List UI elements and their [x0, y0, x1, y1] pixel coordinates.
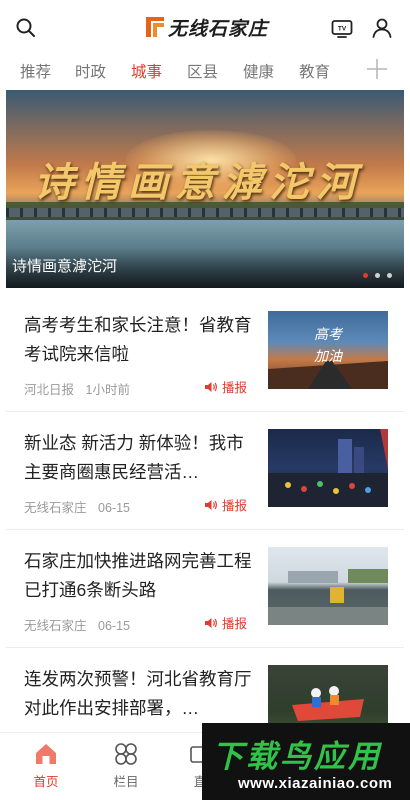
- divider: [6, 529, 404, 530]
- watermark: 下载鸟应用 www.xiazainiao.com: [202, 723, 410, 800]
- speaker-icon: [205, 499, 217, 510]
- news-source: 无线石家庄: [24, 619, 87, 633]
- logo-mark-icon: [146, 17, 164, 37]
- broadcast-button[interactable]: 播报: [204, 377, 247, 396]
- watermark-title: 下载鸟应用: [212, 739, 382, 774]
- thumb-text-top: 高考: [314, 327, 344, 343]
- divider: [6, 647, 404, 648]
- banner-caption: 诗情画意滹沱河: [12, 258, 118, 275]
- news-title: 新业态 新活力 新体验！我市主要商圈惠民经营活…: [24, 433, 244, 482]
- columns-icon: [115, 743, 137, 765]
- app-logo: 无线石家庄: [144, 12, 268, 42]
- news-source: 无线石家庄: [24, 501, 87, 515]
- thumb-text-bottom: 加油: [314, 349, 344, 365]
- banner-carousel[interactable]: 诗情画意滹沱河 诗情画意滹沱河: [6, 90, 404, 288]
- carousel-dot: [375, 273, 380, 278]
- logo-text: 无线石家庄: [168, 17, 269, 40]
- divider: [6, 411, 404, 412]
- watermark-url: www.xiazainiao.com: [238, 775, 393, 792]
- nav-home[interactable]: 首页: [16, 741, 76, 790]
- user-icon[interactable]: [370, 16, 394, 40]
- carousel-dot: [387, 273, 392, 278]
- news-title: 石家庄加快推进路网完善工程 已打通6条断头路: [24, 551, 252, 600]
- category-tabs: 推荐 时政 城事 区县 健康 教育: [0, 56, 410, 88]
- broadcast-label: 播报: [222, 499, 248, 513]
- news-title: 高考考生和家长注意！省教育考试院来信啦: [24, 315, 252, 364]
- tab-politics[interactable]: 时政: [75, 60, 106, 82]
- speaker-icon: [205, 381, 217, 392]
- carousel-indicator: [363, 273, 392, 278]
- broadcast-button[interactable]: 播报: [204, 495, 247, 514]
- nav-label: 首页: [33, 775, 59, 789]
- nav-columns[interactable]: 栏目: [96, 741, 156, 790]
- news-meta: 无线石家庄 06-15: [24, 615, 138, 634]
- tab-district[interactable]: 区县: [187, 60, 218, 82]
- news-meta: 河北日报 1小时前: [24, 379, 138, 398]
- search-icon[interactable]: [14, 16, 38, 40]
- nav-label: 栏目: [113, 775, 139, 789]
- broadcast-label: 播报: [222, 381, 248, 395]
- tv-icon[interactable]: TV: [330, 16, 354, 40]
- home-icon: [36, 744, 56, 764]
- news-time: 06-15: [98, 619, 130, 633]
- broadcast-button[interactable]: 播报: [204, 613, 247, 632]
- tab-health[interactable]: 健康: [243, 60, 274, 82]
- tab-recommend[interactable]: 推荐: [20, 60, 51, 82]
- news-thumbnail: 高考 加油: [268, 311, 388, 389]
- broadcast-label: 播报: [222, 617, 248, 631]
- svg-text:TV: TV: [338, 26, 347, 33]
- news-thumbnail: [268, 429, 388, 507]
- tab-city[interactable]: 城事: [131, 60, 162, 82]
- news-title: 连发两次预警！河北省教育厅对此作出安排部署，…: [24, 669, 252, 718]
- speaker-icon: [205, 617, 217, 628]
- news-time: 06-15: [98, 501, 130, 515]
- add-tab-icon[interactable]: [364, 56, 390, 82]
- news-thumbnail: [268, 547, 388, 625]
- news-source: 河北日报: [24, 383, 75, 397]
- carousel-dot: [363, 273, 368, 278]
- banner-calligraphy: 诗情画意滹沱河: [34, 159, 363, 206]
- tab-education[interactable]: 教育: [299, 60, 330, 82]
- news-meta: 无线石家庄 06-15: [24, 497, 138, 516]
- news-time: 1小时前: [85, 383, 130, 397]
- app-header: 无线石家庄 TV: [0, 0, 410, 56]
